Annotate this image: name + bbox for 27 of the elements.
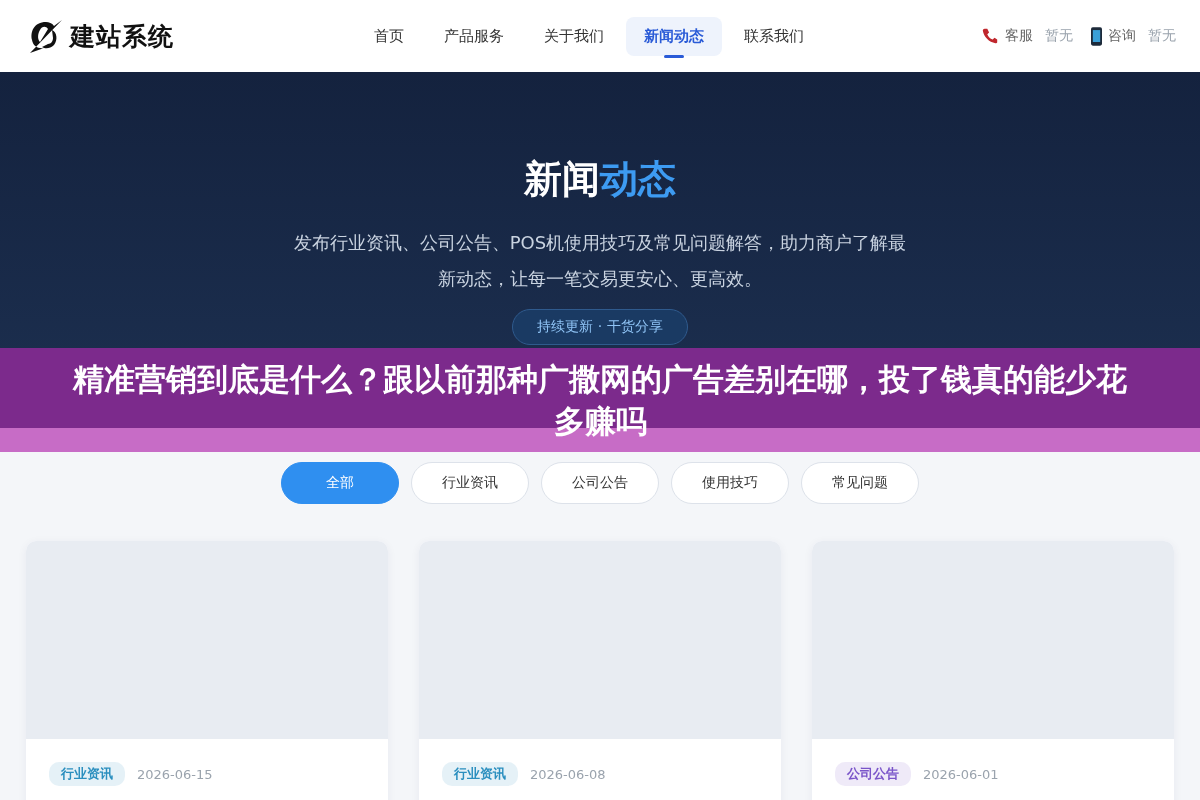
filter-chip[interactable]: 公司公告 — [541, 462, 659, 504]
nav-tab[interactable]: 首页 — [356, 16, 422, 56]
nav-tab[interactable]: 关于我们 — [526, 16, 622, 56]
phone-icon — [981, 27, 999, 45]
card-date: 2026-06-01 — [923, 766, 999, 782]
hero-description: 发布行业资讯、公司公告、POS机使用技巧及常见问题解答，助力商户了解最新动态，让每一笔交易更安心、更高效。 — [292, 231, 908, 291]
category-tag: 公司公告 — [835, 762, 911, 786]
news-card[interactable]: 公司公告 2026-06-01 — [812, 541, 1174, 800]
hero-title: 新闻动态 — [524, 156, 676, 203]
logo-text[interactable]: 建站系统 — [70, 19, 174, 53]
contact-value: 暂无 — [1045, 27, 1073, 45]
mobile-phone-icon — [1091, 26, 1102, 46]
nav-tab[interactable]: 产品服务 — [426, 16, 522, 56]
filter-chip[interactable]: 使用技巧 — [671, 462, 789, 504]
filter-chip[interactable]: 常见问题 — [801, 462, 919, 504]
nav-tab[interactable]: 联系我们 — [726, 16, 822, 56]
nav-tab[interactable]: 新闻动态 — [626, 16, 722, 56]
category-tag: 行业资讯 — [442, 762, 518, 786]
hero-badge: 持续更新 · 干货分享 — [512, 309, 688, 345]
filter-chip[interactable]: 行业资讯 — [411, 462, 529, 504]
contact-label: 客服 — [1005, 27, 1033, 45]
category-tag: 行业资讯 — [49, 762, 125, 786]
contact-label: 咨询 — [1108, 27, 1136, 45]
contact-value: 暂无 — [1148, 27, 1176, 45]
card-date: 2026-06-08 — [530, 766, 606, 782]
headline-text: 精准营销到底是什么？跟以前那种广撒网的广告差别在哪，投了钱真的能少花多赚吗 — [71, 360, 1128, 441]
card-date: 2026-06-15 — [137, 766, 213, 782]
